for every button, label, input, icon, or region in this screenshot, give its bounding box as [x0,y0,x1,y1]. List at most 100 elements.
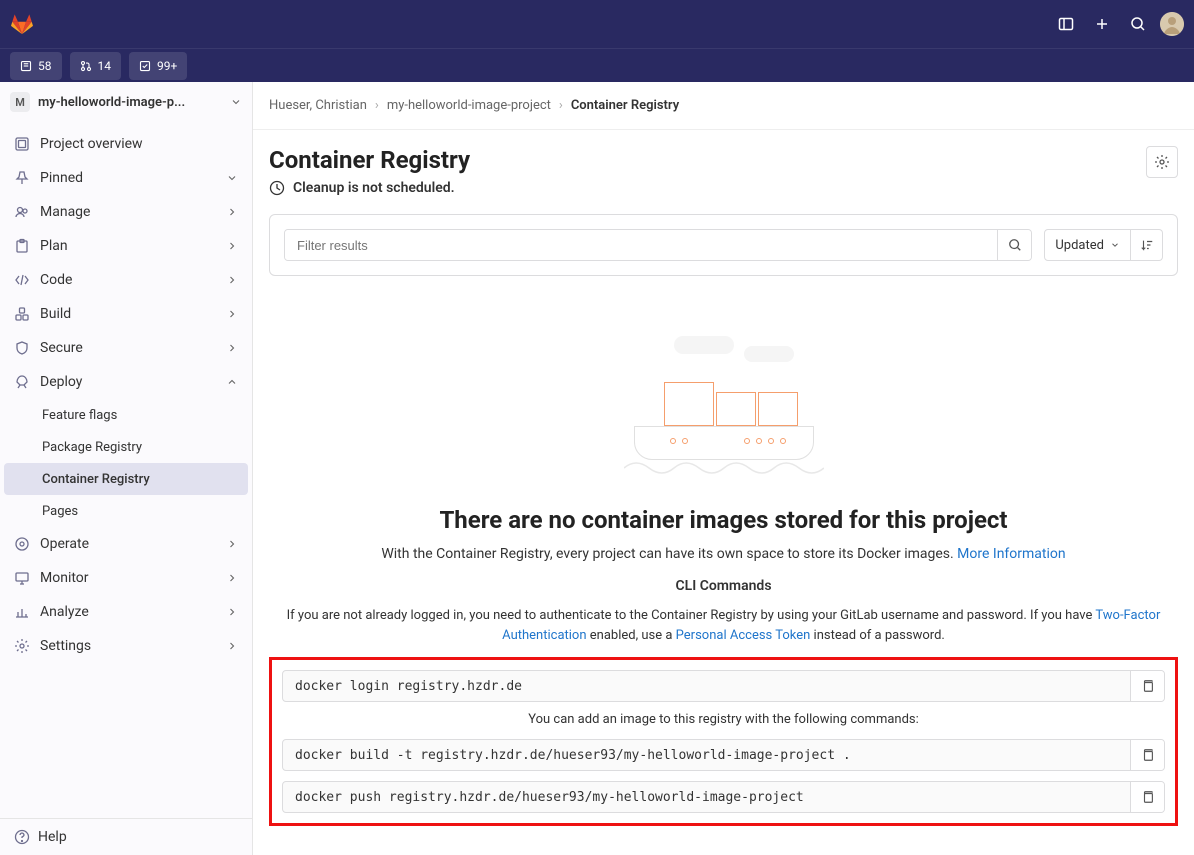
chevron-right-icon: › [559,98,563,113]
nav-container-registry[interactable]: Container Registry [4,463,248,495]
sort-label: Updated [1055,238,1104,253]
nav-label: Monitor [40,570,89,586]
sort-direction-button[interactable] [1131,229,1163,261]
nav-monitor[interactable]: Monitor [4,561,248,595]
command-text: docker login registry.hzdr.de [283,671,1130,701]
cleanup-status: Cleanup is not scheduled. [269,180,470,196]
operate-icon [14,536,30,552]
sort-desc-icon [1140,238,1154,252]
clipboard-icon [1141,790,1155,804]
code-icon [14,272,30,288]
chevron-right-icon [226,342,238,354]
copy-button[interactable] [1130,671,1164,701]
monitor-icon [14,570,30,586]
chevron-right-icon [226,206,238,218]
copy-button[interactable] [1130,782,1164,812]
clipboard-icon [1141,748,1155,762]
sort-dropdown[interactable]: Updated [1044,229,1131,261]
chevron-right-icon: › [375,98,379,113]
chart-icon [14,604,30,620]
nav-label: Pages [42,504,78,519]
chevron-right-icon [226,640,238,652]
nav-settings[interactable]: Settings [4,629,248,663]
sidebar-toggle-icon[interactable] [1052,10,1080,38]
cli-commands-title: CLI Commands [269,578,1178,594]
chevron-up-icon [226,376,238,388]
nav-label: Analyze [40,604,89,620]
copy-button[interactable] [1130,740,1164,770]
gitlab-logo[interactable] [10,12,34,36]
nav-label: Container Registry [42,472,150,487]
build-icon [14,306,30,322]
create-new-icon[interactable] [1088,10,1116,38]
mr-count: 14 [98,59,112,73]
filter-bar: Updated [269,214,1178,276]
topbar [0,0,1194,48]
command-build: docker build -t registry.hzdr.de/hueser9… [282,739,1165,771]
breadcrumb-user[interactable]: Hueser, Christian [269,98,367,113]
shield-icon [14,340,30,356]
user-avatar[interactable] [1160,12,1184,36]
project-name: my-helloworld-image-p... [38,95,222,110]
nav-manage[interactable]: Manage [4,195,248,229]
nav-pages[interactable]: Pages [4,495,248,527]
empty-subtitle: With the Container Registry, every proje… [269,546,1178,562]
counter-pills-row: 58 14 99+ [0,48,1194,82]
empty-title: There are no container images stored for… [269,506,1178,534]
chevron-down-icon [1110,240,1120,250]
command-text: docker build -t registry.hzdr.de/hueser9… [283,740,1130,770]
chevron-right-icon [226,606,238,618]
search-button[interactable] [997,230,1031,260]
highlighted-commands-box: docker login registry.hzdr.de You can ad… [269,657,1178,826]
search-icon [1008,238,1022,252]
chevron-down-icon [230,96,242,108]
command-login: docker login registry.hzdr.de [282,670,1165,702]
nav-package-registry[interactable]: Package Registry [4,431,248,463]
merge-requests-pill[interactable]: 14 [70,52,122,80]
todos-pill[interactable]: 99+ [129,52,187,80]
breadcrumb-project[interactable]: my-helloworld-image-project [387,98,551,113]
nav-label: Pinned [40,170,83,186]
nav-secure[interactable]: Secure [4,331,248,365]
nav-label: Plan [40,238,68,254]
page-title: Container Registry [269,146,470,174]
nav-deploy[interactable]: Deploy [4,365,248,399]
help-icon [14,829,30,845]
overview-icon [14,136,30,152]
registry-settings-button[interactable] [1146,146,1178,178]
nav-build[interactable]: Build [4,297,248,331]
nav-feature-flags[interactable]: Feature flags [4,399,248,431]
empty-illustration [624,326,824,486]
project-header[interactable]: M my-helloworld-image-p... [0,82,252,123]
search-icon[interactable] [1124,10,1152,38]
nav-analyze[interactable]: Analyze [4,595,248,629]
help-button[interactable]: Help [0,819,252,855]
command-push: docker push registry.hzdr.de/hueser93/my… [282,781,1165,813]
issues-pill[interactable]: 58 [10,52,62,80]
cli-description: If you are not already logged in, you ne… [274,606,1174,645]
empty-state: There are no container images stored for… [269,326,1178,826]
rocket-icon [14,374,30,390]
chevron-right-icon [226,572,238,584]
chevron-down-icon [226,172,238,184]
nav-plan[interactable]: Plan [4,229,248,263]
nav-label: Feature flags [42,408,117,423]
todos-count: 99+ [157,59,177,73]
command-text: docker push registry.hzdr.de/hueser93/my… [283,782,1130,812]
nav-operate[interactable]: Operate [4,527,248,561]
filter-input[interactable] [285,230,997,260]
gear-icon [1154,154,1170,170]
nav-label: Operate [40,536,89,552]
cleanup-text: Cleanup is not scheduled. [293,180,455,196]
chevron-right-icon [226,240,238,252]
clipboard-icon [14,238,30,254]
nav-project-overview[interactable]: Project overview [4,127,248,161]
nav-pinned[interactable]: Pinned [4,161,248,195]
pat-link[interactable]: Personal Access Token [676,628,811,643]
nav-label: Deploy [40,374,82,390]
pin-icon [14,170,30,186]
more-info-link[interactable]: More Information [957,546,1065,562]
nav-label: Settings [40,638,91,654]
nav-label: Package Registry [42,440,142,455]
nav-code[interactable]: Code [4,263,248,297]
